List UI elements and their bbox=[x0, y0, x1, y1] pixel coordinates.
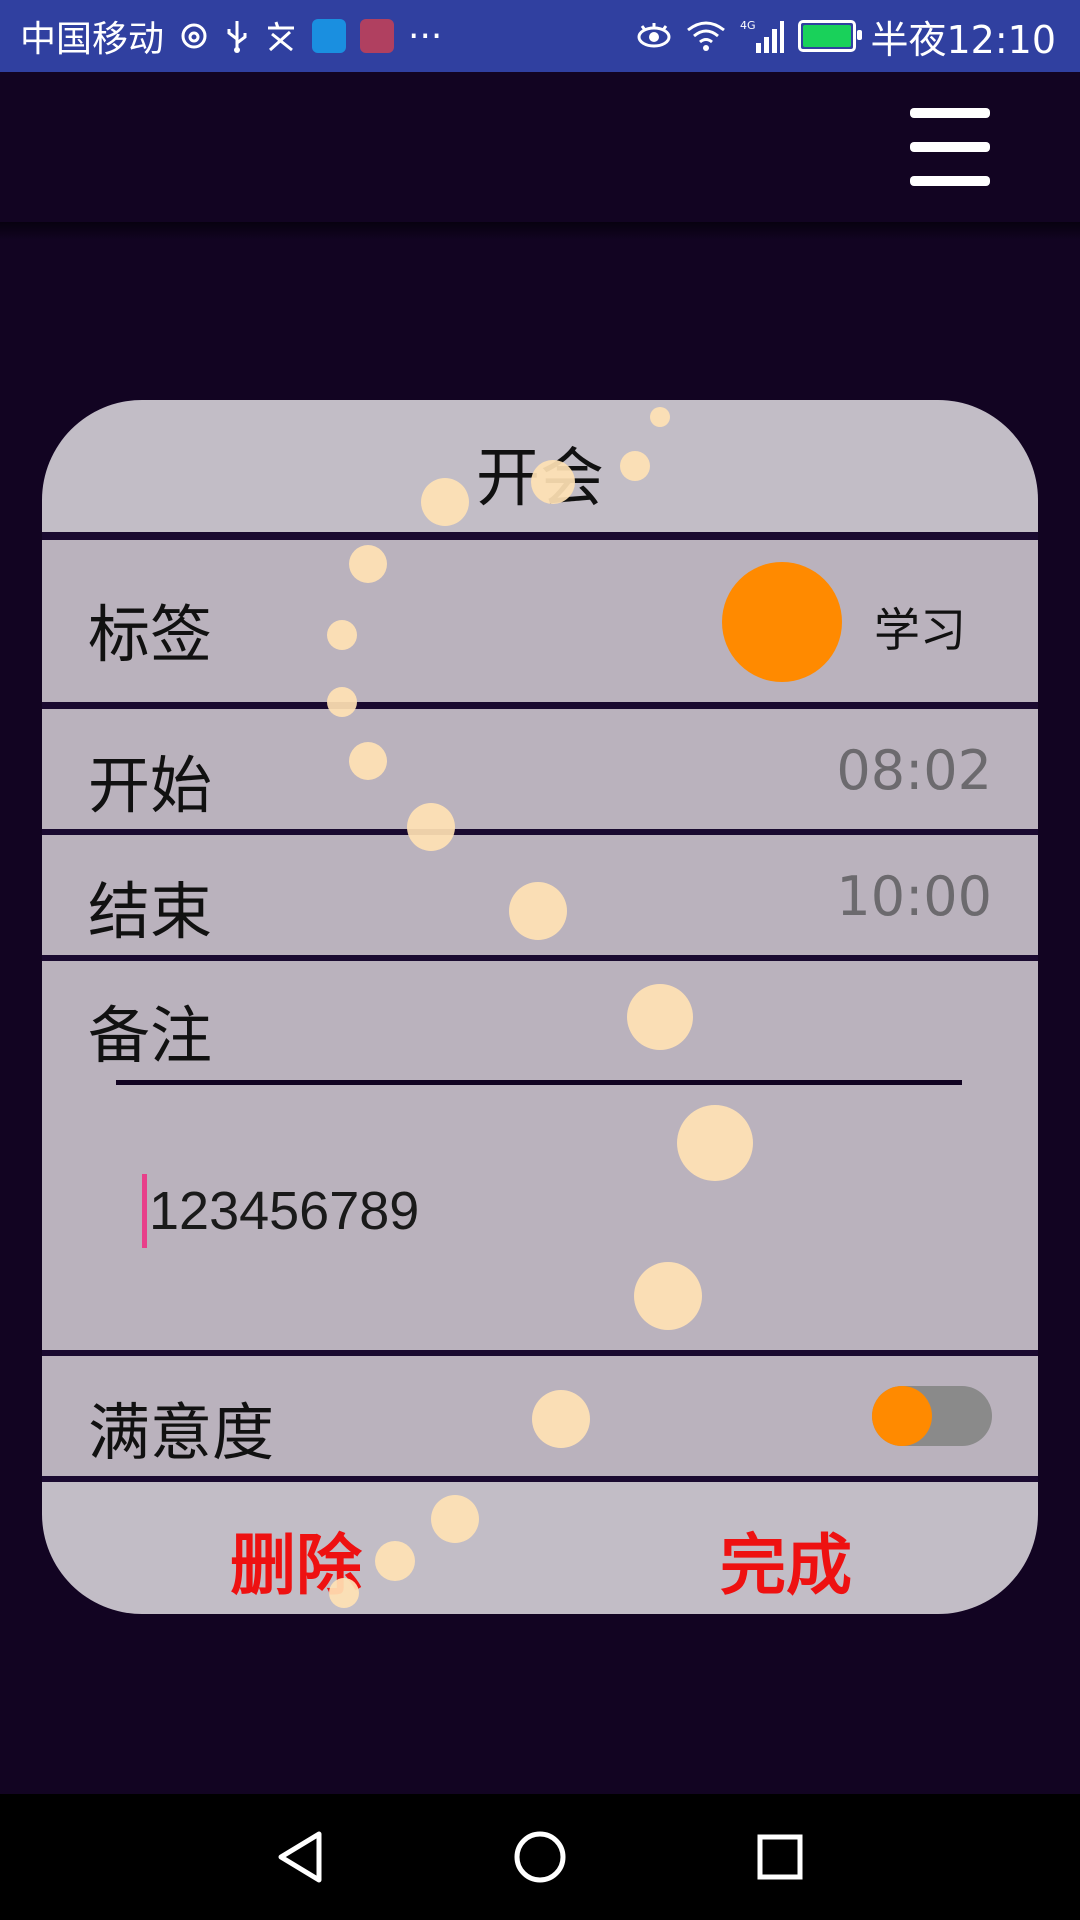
delete-button[interactable]: 删除 bbox=[230, 1512, 362, 1608]
home-circle-icon[interactable] bbox=[480, 1794, 600, 1920]
translate-icon bbox=[264, 20, 298, 52]
status-bar: 中国移动 ··· 4G 半夜12:10 bbox=[0, 0, 1080, 72]
more-notifications-icon: ··· bbox=[408, 15, 443, 57]
note-input[interactable]: 123456789 bbox=[142, 1171, 942, 1251]
app-toolbar bbox=[0, 72, 1080, 222]
clock: 半夜12:10 bbox=[870, 17, 1056, 62]
app-notification-icon bbox=[312, 19, 347, 53]
end-time-value[interactable]: 10:00 bbox=[836, 865, 992, 928]
tag-color-dot[interactable] bbox=[722, 562, 842, 682]
system-navigation-bar bbox=[0, 1794, 1080, 1920]
battery-icon bbox=[798, 20, 863, 52]
svg-text:4G: 4G bbox=[740, 19, 756, 32]
note-row: 备注 123456789 bbox=[42, 961, 1038, 1350]
back-triangle-icon[interactable] bbox=[240, 1794, 360, 1920]
status-bar-right: 4G 半夜12:10 bbox=[636, 0, 1056, 72]
note-input-value: 123456789 bbox=[149, 1181, 420, 1241]
tag-row[interactable]: 标签 学习 bbox=[42, 540, 1038, 702]
wifi-icon bbox=[686, 20, 726, 52]
huawei-app-icon bbox=[360, 19, 395, 53]
hamburger-menu-icon[interactable] bbox=[910, 108, 990, 188]
event-card: 开会 标签 学习 开始 08:02 结束 10:00 备注 123456789 … bbox=[42, 400, 1038, 1614]
action-row: 删除 完成 bbox=[42, 1482, 1038, 1614]
satisfaction-label: 满意度 bbox=[88, 1396, 275, 1469]
spiral-notification-icon bbox=[178, 20, 210, 52]
done-button[interactable]: 完成 bbox=[720, 1512, 852, 1608]
carrier-name: 中国移动 bbox=[20, 19, 165, 60]
event-title: 开会 bbox=[476, 442, 604, 516]
status-bar-left: 中国移动 ··· bbox=[20, 0, 442, 72]
satisfaction-row: 满意度 bbox=[42, 1356, 1038, 1476]
start-time-row[interactable]: 开始 08:02 bbox=[42, 709, 1038, 829]
tag-value[interactable]: 学习 bbox=[874, 594, 966, 660]
start-time-value[interactable]: 08:02 bbox=[836, 739, 992, 802]
start-label: 开始 bbox=[88, 749, 213, 822]
text-cursor bbox=[142, 1174, 147, 1248]
note-label: 备注 bbox=[88, 999, 213, 1072]
signal-4g-icon: 4G bbox=[740, 19, 785, 53]
usb-icon bbox=[224, 19, 250, 53]
end-time-row[interactable]: 结束 10:00 bbox=[42, 835, 1038, 955]
toggle-knob bbox=[872, 1386, 932, 1446]
toolbar-shadow bbox=[0, 222, 1080, 240]
eye-comfort-icon bbox=[636, 21, 672, 51]
tag-label: 标签 bbox=[88, 598, 213, 671]
end-label: 结束 bbox=[88, 875, 213, 948]
satisfaction-toggle[interactable] bbox=[872, 1386, 992, 1446]
recents-square-icon[interactable] bbox=[720, 1794, 840, 1920]
note-divider bbox=[116, 1080, 962, 1085]
card-title-row: 开会 bbox=[42, 400, 1038, 532]
